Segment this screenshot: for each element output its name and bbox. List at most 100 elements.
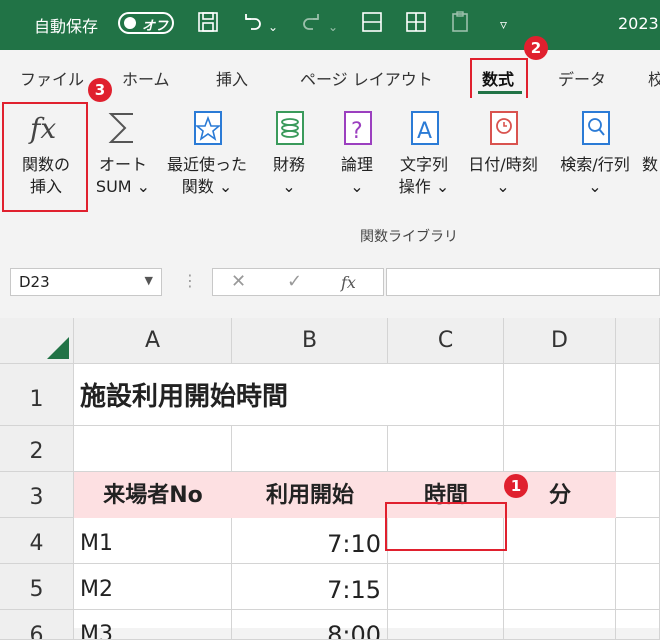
autosum-button[interactable]: オート SUM ⌄ — [88, 108, 158, 198]
cell-b6[interactable]: 8:00 — [232, 610, 388, 640]
column-header-e[interactable] — [616, 318, 660, 364]
highlight-formulas-tab — [470, 58, 528, 100]
redo-dropdown-icon[interactable]: ⌄ — [328, 14, 338, 40]
column-header-c[interactable]: C — [388, 318, 504, 364]
lookup-label2: ⌄ — [588, 177, 602, 196]
formula-bar-splitter-icon[interactable]: ⋮ — [182, 271, 198, 290]
toggle-knob — [124, 17, 136, 29]
tab-review[interactable]: 校 — [648, 66, 660, 90]
undo-icon[interactable] — [240, 10, 264, 41]
cell-c2[interactable] — [388, 426, 504, 472]
select-all-triangle-icon — [47, 337, 69, 359]
recently-used-label1: 最近使った — [166, 155, 247, 174]
cell-e3[interactable] — [616, 472, 660, 518]
autosum-label1: オート — [98, 155, 147, 174]
cell-b5[interactable]: 7:15 — [232, 564, 388, 610]
cell-c5[interactable] — [388, 564, 504, 610]
save-icon[interactable] — [196, 10, 220, 41]
insert-function-fx-icon[interactable]: fx — [341, 273, 356, 292]
select-all-corner[interactable] — [0, 318, 74, 364]
date-time-button[interactable]: 日付/時刻 ⌄ — [458, 108, 548, 198]
logical-label2: ⌄ — [350, 177, 364, 196]
cell-d4[interactable] — [504, 518, 616, 564]
svg-text:?: ? — [351, 119, 363, 144]
cell-d1[interactable] — [504, 364, 616, 426]
lookup-label1: 検索/行列 — [560, 155, 630, 174]
cell-c1[interactable] — [388, 364, 504, 426]
column-header-b[interactable]: B — [232, 318, 388, 364]
text-button[interactable]: A 文字列 操作 ⌄ — [392, 108, 456, 198]
highlight-cell-c4 — [385, 502, 507, 551]
row-header-5[interactable]: 5 — [0, 564, 74, 610]
tab-insert[interactable]: 挿入 — [216, 66, 248, 90]
name-box-dropdown-icon[interactable]: ▼ — [145, 274, 153, 287]
financial-label1: 財務 — [272, 155, 305, 174]
cell-e1[interactable] — [616, 364, 660, 426]
autosave-toggle[interactable]: オフ — [118, 12, 174, 34]
autosave-label: 自動保存 — [34, 17, 99, 36]
cell-b2[interactable] — [232, 426, 388, 472]
cell-e5[interactable] — [616, 564, 660, 610]
cell-d5[interactable] — [504, 564, 616, 610]
title-bar: 自動保存 オフ ⌄ ⌄ ▿ 2023 — [0, 0, 660, 50]
tab-data[interactable]: データ — [558, 66, 606, 90]
math-trig-button[interactable]: 数 — [642, 154, 660, 176]
cell-c6[interactable] — [388, 610, 504, 640]
cell-e4[interactable] — [616, 518, 660, 564]
tab-home[interactable]: ホーム — [122, 66, 170, 90]
enter-check-icon[interactable]: ✓ — [287, 271, 302, 292]
question-book-icon: ? — [337, 108, 377, 148]
name-box[interactable]: D23 ▼ — [10, 268, 162, 296]
cell-b3[interactable]: 利用開始 — [232, 472, 388, 518]
row-header-4[interactable]: 4 — [0, 518, 74, 564]
step-badge-2: 2 — [524, 36, 548, 60]
text-label2: 操作 ⌄ — [398, 177, 450, 196]
cell-a4[interactable]: M1 — [74, 518, 232, 564]
borders-icon[interactable] — [360, 10, 384, 41]
step-badge-1: 1 — [504, 474, 528, 498]
row-header-3[interactable]: 3 — [0, 472, 74, 518]
cell-e2[interactable] — [616, 426, 660, 472]
letter-a-book-icon: A — [404, 108, 444, 148]
financial-label2: ⌄ — [282, 177, 296, 196]
grid-icon[interactable] — [404, 10, 428, 41]
tab-page-layout[interactable]: ページ レイアウト — [300, 66, 433, 90]
cell-a1[interactable]: 施設利用開始時間 — [74, 364, 388, 426]
column-header-a[interactable]: A — [74, 318, 232, 364]
window-title: 2023 — [618, 14, 659, 33]
redo-icon[interactable] — [300, 10, 324, 41]
recently-used-button[interactable]: 最近使った 関数 ⌄ — [162, 108, 252, 198]
customize-toolbar-icon[interactable]: ▿ — [500, 12, 507, 38]
row-header-2[interactable]: 2 — [0, 426, 74, 472]
row-header-1[interactable]: 1 — [0, 364, 74, 426]
coins-book-icon — [269, 108, 309, 148]
column-header-d[interactable]: D — [504, 318, 616, 364]
cancel-icon[interactable]: ✕ — [231, 271, 246, 292]
cell-a6[interactable]: M3 — [74, 610, 232, 640]
cell-a5[interactable]: M2 — [74, 564, 232, 610]
recently-used-label2: 関数 ⌄ — [181, 177, 233, 196]
tab-file[interactable]: ファイル — [20, 66, 84, 90]
autosum-label2: SUM ⌄ — [95, 177, 151, 196]
cell-d6[interactable] — [504, 610, 616, 640]
highlight-insert-function — [2, 102, 88, 212]
formula-input[interactable] — [386, 268, 660, 296]
text-label1: 文字列 — [399, 155, 448, 174]
clipboard-number-icon[interactable] — [448, 10, 472, 41]
clock-book-icon — [483, 108, 523, 148]
ribbon-formulas: fx 関数の 挿入 オート SUM ⌄ 最近使った 関数 ⌄ 財務 ⌄ ? 論理… — [0, 78, 660, 249]
cell-a3[interactable]: 来場者No — [74, 472, 232, 518]
cell-a2[interactable] — [74, 426, 232, 472]
cell-e6[interactable] — [616, 610, 660, 640]
cell-d2[interactable] — [504, 426, 616, 472]
math-trig-label1: 数 — [642, 155, 659, 174]
undo-dropdown-icon[interactable]: ⌄ — [268, 14, 278, 40]
worksheet-grid: A B C D 1 2 3 4 5 6 施設利用開始時間 来場者No 利用開始 … — [0, 318, 660, 640]
step-badge-3: 3 — [88, 78, 112, 102]
financial-button[interactable]: 財務 ⌄ — [262, 108, 316, 198]
logical-button[interactable]: ? 論理 ⌄ — [330, 108, 384, 198]
lookup-reference-button[interactable]: 検索/行列 ⌄ — [550, 108, 640, 198]
cell-b4[interactable]: 7:10 — [232, 518, 388, 564]
name-box-value: D23 — [19, 273, 50, 291]
row-header-6[interactable]: 6 — [0, 610, 74, 640]
